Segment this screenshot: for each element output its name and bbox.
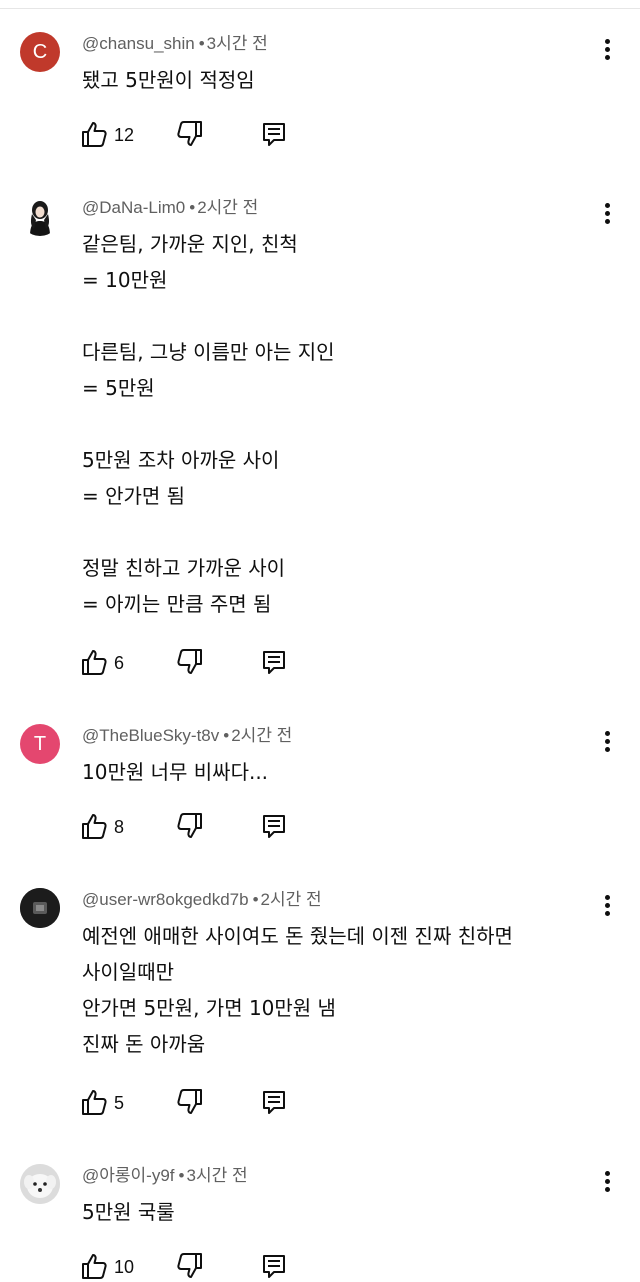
comment-time: 2시간 전 bbox=[231, 726, 293, 745]
avatar[interactable] bbox=[20, 196, 60, 236]
comment-line: = 아끼는 만큼 주면 됨 bbox=[82, 592, 272, 616]
dislike-button[interactable] bbox=[176, 120, 206, 150]
comment-time: 3시간 전 bbox=[206, 34, 268, 53]
reply-button[interactable] bbox=[260, 812, 290, 842]
comment-line: 사이일때만 bbox=[82, 960, 174, 984]
comment-line: 5만원 국룰 bbox=[82, 1200, 175, 1224]
like-count: 12 bbox=[114, 125, 135, 145]
author-name[interactable]: @user-wr8okgedkd7b bbox=[82, 890, 249, 909]
author-name[interactable]: @아롱이-y9f bbox=[82, 1166, 175, 1185]
comment-time: 2시간 전 bbox=[197, 198, 259, 217]
author-name[interactable]: @DaNa-Lim0 bbox=[82, 198, 185, 217]
comment-text: 5만원 국룰 bbox=[82, 1194, 175, 1230]
thumbs-down-icon bbox=[177, 1253, 202, 1278]
separator-dot: • bbox=[178, 1166, 185, 1185]
comment-time: 3시간 전 bbox=[186, 1166, 248, 1185]
like-count: 6 bbox=[114, 653, 125, 673]
avatar[interactable]: C bbox=[20, 32, 60, 72]
more-options-icon[interactable] bbox=[596, 892, 618, 924]
reply-icon bbox=[263, 651, 285, 674]
comment-line: 예전엔 애매한 사이여도 돈 줬는데 이젠 진짜 친하면 bbox=[82, 924, 513, 948]
comment-meta: @DaNa-Lim0 • 2시간 전 bbox=[82, 196, 258, 220]
comment-line: 진짜 돈 아까움 bbox=[82, 1032, 206, 1056]
comment-meta: @TheBlueSky-t8v • 2시간 전 bbox=[82, 724, 292, 748]
comment-line: 같은팀, 가까운 지인, 친척 bbox=[82, 232, 298, 256]
avatar[interactable]: T bbox=[20, 724, 60, 764]
comment-time: 2시간 전 bbox=[260, 890, 322, 909]
reply-button[interactable] bbox=[260, 120, 290, 150]
comment-meta: @user-wr8okgedkd7b • 2시간 전 bbox=[82, 888, 322, 912]
more-options-icon[interactable] bbox=[596, 36, 618, 68]
like-button[interactable]: 12 bbox=[80, 120, 150, 150]
author-name[interactable]: @chansu_shin bbox=[82, 34, 195, 53]
comment-line: 정말 친하고 가까운 사이 bbox=[82, 556, 286, 580]
thumbs-up-icon bbox=[82, 1090, 107, 1115]
reply-icon bbox=[263, 123, 285, 146]
dislike-button[interactable] bbox=[176, 1088, 206, 1118]
comment-line: 됐고 5만원이 적정임 bbox=[82, 68, 255, 92]
comment-text: 10만원 너무 비싸다... bbox=[82, 754, 268, 790]
separator-dot: • bbox=[223, 726, 230, 745]
comment-line bbox=[82, 298, 335, 334]
more-options-icon[interactable] bbox=[596, 200, 618, 232]
separator-dot: • bbox=[198, 34, 205, 53]
separator-dot: • bbox=[252, 890, 259, 909]
dislike-button[interactable] bbox=[176, 1252, 206, 1282]
comment-text: 예전엔 애매한 사이여도 돈 줬는데 이젠 진짜 친하면 사이일때만 안가면 5… bbox=[82, 918, 513, 1062]
separator-dot: • bbox=[189, 198, 196, 217]
thumbs-down-icon bbox=[177, 813, 202, 838]
top-divider bbox=[0, 8, 640, 9]
profile-photo bbox=[20, 196, 60, 236]
comment-line bbox=[82, 514, 335, 550]
like-button[interactable]: 5 bbox=[80, 1088, 150, 1118]
avatar[interactable] bbox=[20, 1164, 60, 1204]
reply-icon bbox=[263, 815, 285, 838]
thumbs-up-icon bbox=[82, 1254, 107, 1279]
comment-line: = 안가면 됨 bbox=[82, 484, 186, 508]
comment-line: 10만원 너무 비싸다... bbox=[82, 760, 269, 784]
thumbs-down-icon bbox=[177, 649, 202, 674]
thumbs-up-icon bbox=[82, 814, 107, 839]
reply-button[interactable] bbox=[260, 648, 290, 678]
author-name[interactable]: @TheBlueSky-t8v bbox=[82, 726, 219, 745]
comment-line: 5만원 조차 아까운 사이 bbox=[82, 448, 280, 472]
comment-meta: @아롱이-y9f • 3시간 전 bbox=[82, 1164, 248, 1188]
comment-line: = 10만원 bbox=[82, 268, 168, 292]
reply-button[interactable] bbox=[260, 1252, 290, 1282]
profile-photo bbox=[20, 1164, 60, 1204]
more-options-icon[interactable] bbox=[596, 1168, 618, 1200]
reply-icon bbox=[263, 1091, 285, 1114]
like-count: 10 bbox=[114, 1257, 135, 1277]
thumbs-down-icon bbox=[177, 1089, 202, 1114]
reply-icon bbox=[263, 1255, 285, 1278]
avatar[interactable] bbox=[20, 888, 60, 928]
comment-line: 다른팀, 그냥 이름만 아는 지인 bbox=[82, 340, 335, 364]
comment-text: 됐고 5만원이 적정임 bbox=[82, 62, 255, 98]
like-button[interactable]: 10 bbox=[80, 1252, 150, 1282]
thumbs-up-icon bbox=[82, 650, 107, 675]
dislike-button[interactable] bbox=[176, 648, 206, 678]
comment-text: 같은팀, 가까운 지인, 친척 = 10만원 다른팀, 그냥 이름만 아는 지인… bbox=[82, 226, 335, 622]
comment-line: 안가면 5만원, 가면 10만원 냄 bbox=[82, 996, 336, 1020]
reply-button[interactable] bbox=[260, 1088, 290, 1118]
like-count: 8 bbox=[114, 817, 125, 837]
comment-line bbox=[82, 406, 335, 442]
dislike-button[interactable] bbox=[176, 812, 206, 842]
comment-meta: @chansu_shin • 3시간 전 bbox=[82, 32, 268, 56]
thumbs-down-icon bbox=[177, 121, 202, 146]
like-count: 5 bbox=[114, 1093, 125, 1113]
like-button[interactable]: 6 bbox=[80, 648, 150, 678]
more-options-icon[interactable] bbox=[596, 728, 618, 760]
profile-photo bbox=[20, 888, 60, 928]
thumbs-up-icon bbox=[82, 122, 107, 147]
like-button[interactable]: 8 bbox=[80, 812, 150, 842]
comment-line: = 5만원 bbox=[82, 376, 155, 400]
